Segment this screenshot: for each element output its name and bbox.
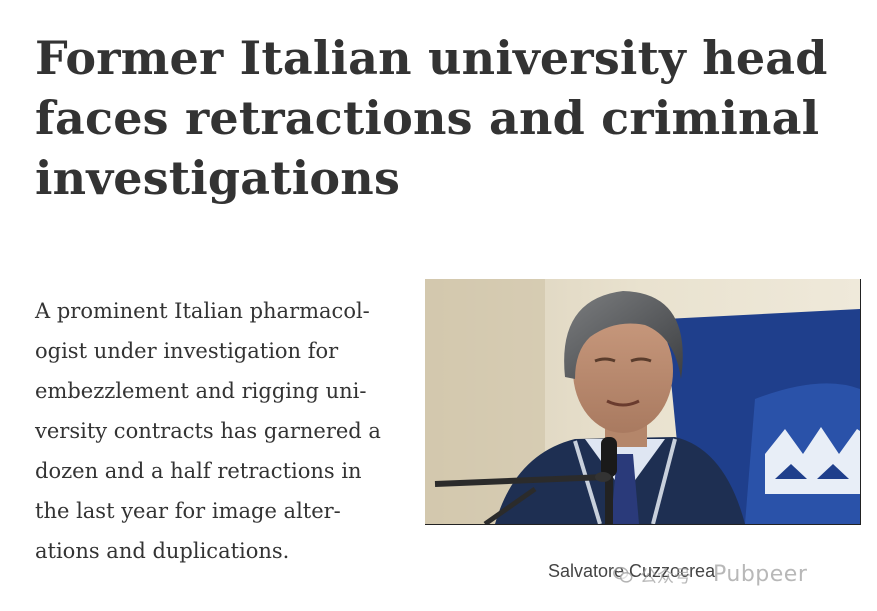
watermark-account-name: Pubpeer [713, 562, 808, 587]
lede-line: versity contracts has garnered a [35, 419, 381, 443]
speaker-portrait [425, 279, 860, 524]
lede-line: dozen and a half retractions in [35, 459, 362, 483]
lede-line: the last year for image alter- [35, 499, 341, 523]
lede-line: ogist under investigation for [35, 339, 339, 363]
watermark-channel-label: 公众号 [640, 567, 691, 587]
headline-line: faces retractions and criminal [35, 91, 820, 145]
lede-line: embezzlement and rigging uni- [35, 379, 367, 403]
article-headline: Former Italian university head faces ret… [35, 28, 835, 208]
headline-line: Former Italian university head [35, 31, 828, 85]
article-photo [425, 279, 861, 525]
lede-line: A prominent Italian pharmacol- [35, 299, 370, 323]
headline-line: investigations [35, 151, 401, 205]
wechat-icon [613, 566, 633, 583]
article-lede: A prominent Italian pharmacol- ogist und… [35, 291, 415, 571]
source-watermark: 公众号 Pubpeer [612, 562, 807, 587]
lede-line: ations and duplications. [35, 539, 290, 563]
